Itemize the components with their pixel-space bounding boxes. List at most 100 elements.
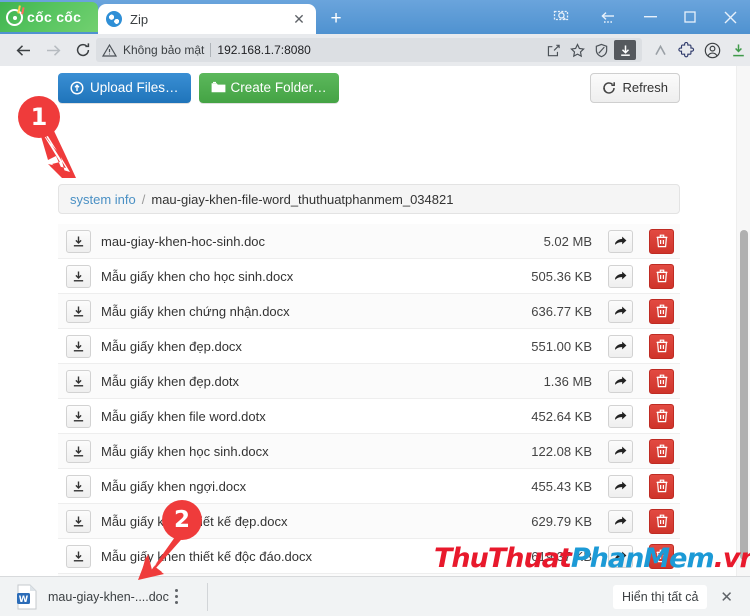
coccoc-brand[interactable]: cốc cốc bbox=[0, 2, 98, 32]
file-delete-button[interactable] bbox=[649, 263, 674, 289]
upload-circle-icon bbox=[70, 80, 84, 95]
maximize-button[interactable] bbox=[670, 0, 710, 34]
folder-icon bbox=[211, 81, 225, 95]
share-box-icon[interactable] bbox=[542, 40, 564, 60]
caret-a-icon[interactable] bbox=[648, 37, 673, 63]
file-download-button[interactable] bbox=[66, 369, 91, 393]
file-download-button[interactable] bbox=[66, 299, 91, 323]
shield-icon[interactable] bbox=[590, 40, 612, 60]
warning-triangle-icon bbox=[101, 43, 118, 58]
minimize-button[interactable] bbox=[630, 0, 670, 34]
refresh-icon bbox=[602, 81, 616, 95]
file-download-button[interactable] bbox=[66, 474, 91, 498]
file-delete-button[interactable] bbox=[649, 438, 674, 464]
file-delete-button[interactable] bbox=[649, 403, 674, 429]
page-scrollbar-track[interactable] bbox=[736, 66, 750, 576]
file-share-button[interactable] bbox=[608, 439, 633, 463]
table-row[interactable]: Mẫu giấy khen cho học sinh.docx 505.36 KB bbox=[58, 259, 680, 294]
table-row[interactable]: Mẫu giấy khen học sinh.docx 122.08 KB bbox=[58, 434, 680, 469]
file-share-button[interactable] bbox=[608, 474, 633, 498]
file-download-button[interactable] bbox=[66, 334, 91, 358]
puzzle-piece-icon[interactable] bbox=[674, 37, 699, 63]
file-delete-button[interactable] bbox=[649, 473, 674, 499]
file-share-button[interactable] bbox=[608, 369, 633, 393]
breadcrumb-current: mau-giay-khen-file-word_thuthuatphanmem_… bbox=[151, 191, 454, 207]
file-name: Mẫu giấy khen chứng nhận.docx bbox=[101, 303, 290, 319]
download-file-name: mau-giay-khen-....doc bbox=[48, 589, 169, 604]
user-circle-icon[interactable] bbox=[700, 37, 725, 63]
download-tray-icon[interactable] bbox=[726, 37, 750, 63]
file-delete-button[interactable] bbox=[649, 543, 674, 569]
table-row[interactable]: Mẫu giấy khen đẹp.docx 551.00 KB bbox=[58, 329, 680, 364]
table-row[interactable]: Mẫu giấy khen đẹp.dotx 1.36 MB bbox=[58, 364, 680, 399]
file-download-button[interactable] bbox=[66, 509, 91, 533]
file-share-button[interactable] bbox=[608, 544, 633, 568]
file-name: Mẫu giấy khen file word.dotx bbox=[101, 408, 266, 424]
file-size: 122.08 KB bbox=[531, 443, 592, 459]
shelf-divider bbox=[206, 582, 208, 611]
upload-files-button[interactable]: Upload Files… bbox=[58, 73, 191, 103]
show-all-downloads-button[interactable]: Hiển thị tất cả bbox=[612, 584, 708, 609]
svg-text:W: W bbox=[19, 594, 29, 604]
star-icon[interactable] bbox=[566, 40, 588, 60]
file-delete-button[interactable] bbox=[649, 368, 674, 394]
table-row[interactable]: Mẫu giấy khen thiết kế độc đáo.docx 619.3… bbox=[58, 539, 680, 574]
create-folder-label: Create Folder… bbox=[230, 80, 327, 95]
file-share-button[interactable] bbox=[608, 404, 633, 428]
breadcrumb-root-link[interactable]: system info bbox=[70, 192, 136, 207]
download-shelf-item[interactable]: W mau-giay-khen-....doc bbox=[16, 584, 169, 610]
search-page-button[interactable] bbox=[538, 0, 584, 34]
file-name: mau-giay-khen-hoc-sinh.doc bbox=[101, 233, 266, 249]
file-share-button[interactable] bbox=[608, 229, 633, 253]
back-button[interactable] bbox=[8, 36, 38, 64]
browser-tab[interactable]: Zip ✕ bbox=[98, 4, 316, 34]
file-download-button[interactable] bbox=[66, 229, 91, 253]
file-delete-button[interactable] bbox=[649, 508, 674, 534]
table-row[interactable]: Mẫu giấy khen thiết kế đẹp.docx 629.79 KB bbox=[58, 504, 680, 539]
globe-icon bbox=[106, 11, 122, 27]
address-bar[interactable]: Không bảo mật 192.168.1.7:8080 bbox=[96, 38, 642, 62]
close-window-button[interactable] bbox=[710, 0, 750, 34]
file-size: 636.77 KB bbox=[531, 303, 592, 319]
window-controls bbox=[538, 0, 750, 34]
file-delete-button[interactable] bbox=[649, 228, 674, 254]
action-button-row: Upload Files… Create Folder… bbox=[58, 73, 339, 103]
table-row[interactable]: Mẫu giấy khen file word.dotx 452.64 KB bbox=[58, 399, 680, 434]
omnibox-actions bbox=[542, 40, 636, 60]
file-share-button[interactable] bbox=[608, 509, 633, 533]
file-share-button[interactable] bbox=[608, 264, 633, 288]
table-row[interactable]: Mẫu giấy khen chứng nhận.docx 636.77 KB bbox=[58, 294, 680, 329]
file-share-button[interactable] bbox=[608, 334, 633, 358]
file-delete-button[interactable] bbox=[649, 333, 674, 359]
upload-files-label: Upload Files… bbox=[90, 80, 179, 95]
file-size: 455.43 KB bbox=[531, 478, 592, 494]
file-share-button[interactable] bbox=[608, 299, 633, 323]
tab-title: Zip bbox=[130, 11, 149, 27]
omnibox-divider bbox=[210, 43, 212, 57]
navigation-toolbar: Không bảo mật 192.168.1.7:8080 bbox=[0, 34, 750, 66]
url-text[interactable]: 192.168.1.7:8080 bbox=[217, 43, 310, 57]
file-size: 505.36 KB bbox=[531, 268, 592, 284]
refresh-button[interactable]: Refresh bbox=[590, 73, 680, 103]
file-name: Mẫu giấy khen ngợi.docx bbox=[101, 478, 247, 494]
file-download-button[interactable] bbox=[66, 404, 91, 428]
create-folder-button[interactable]: Create Folder… bbox=[198, 73, 339, 103]
new-tab-button[interactable]: + bbox=[325, 8, 347, 30]
download-arrow-icon[interactable] bbox=[614, 40, 636, 60]
table-row[interactable]: Mẫu giấy khen ngợi.docx 455.43 KB bbox=[58, 469, 680, 504]
file-download-button[interactable] bbox=[66, 264, 91, 288]
file-download-button[interactable] bbox=[66, 544, 91, 568]
close-icon[interactable]: ✕ bbox=[290, 10, 308, 28]
extension-buttons bbox=[648, 37, 750, 63]
table-row[interactable]: mau-giay-khen-hoc-sinh.doc 5.02 MB bbox=[58, 224, 680, 259]
arrow-back-dotted-icon[interactable] bbox=[584, 0, 630, 34]
page-scrollbar-thumb[interactable] bbox=[740, 230, 748, 560]
file-delete-button[interactable] bbox=[649, 298, 674, 324]
file-name: Mẫu giấy khen thiết kế độc đáo.docx bbox=[101, 548, 313, 564]
close-icon[interactable]: ✕ bbox=[717, 588, 736, 606]
file-download-button[interactable] bbox=[66, 439, 91, 463]
kebab-menu-icon[interactable] bbox=[169, 586, 185, 608]
forward-button[interactable] bbox=[38, 36, 68, 64]
reload-button[interactable] bbox=[68, 36, 98, 64]
coccoc-logo-icon bbox=[6, 8, 23, 26]
